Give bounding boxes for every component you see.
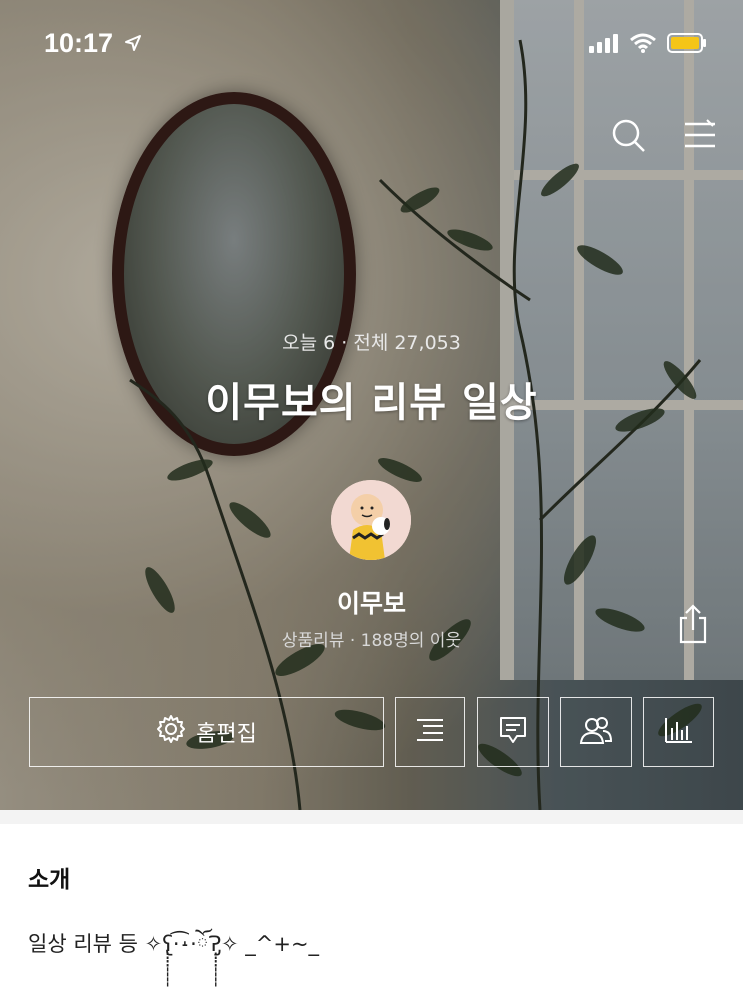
guestbook-button[interactable] [477,697,549,767]
intro-text: 일상 리뷰 등 ✧ʕ̢̣̣̣̣̩̩̩̩·͡˔·ོɁ̡̣̣̣̣̩̩̩̩✧ _^+~… [28,932,320,956]
blog-nickname[interactable]: 이무보 [0,584,743,620]
post-list-button[interactable] [395,697,465,767]
home-edit-label: 홈편집 [196,722,257,747]
visitor-stats: 오늘 6 · 전체 27,053 [282,332,461,354]
intro-title: 소개 [28,867,71,893]
stats-icon [664,716,694,748]
avatar[interactable] [331,480,411,560]
section-divider [0,810,743,824]
wifi-icon [629,33,657,57]
list-icon [415,717,445,747]
location-arrow-icon [124,34,142,56]
battery-icon [667,32,707,58]
statistics-button[interactable] [643,697,714,767]
menu-icon[interactable] [683,118,717,158]
search-icon[interactable] [611,118,647,158]
status-time: 10:17 [44,28,114,58]
home-edit-button[interactable]: 홈편집 [29,697,384,767]
blog-subtitle: 상품리뷰 · 188명의 이웃 [281,631,462,651]
blog-title: 이무보의 리뷰 일상 [205,380,538,426]
share-icon[interactable] [676,604,710,648]
gear-icon [156,714,186,750]
signal-icon [589,33,619,57]
comment-icon [498,715,528,749]
users-icon [579,715,613,749]
status-bar: 10:17 [0,0,743,80]
neighbors-button[interactable] [560,697,632,767]
